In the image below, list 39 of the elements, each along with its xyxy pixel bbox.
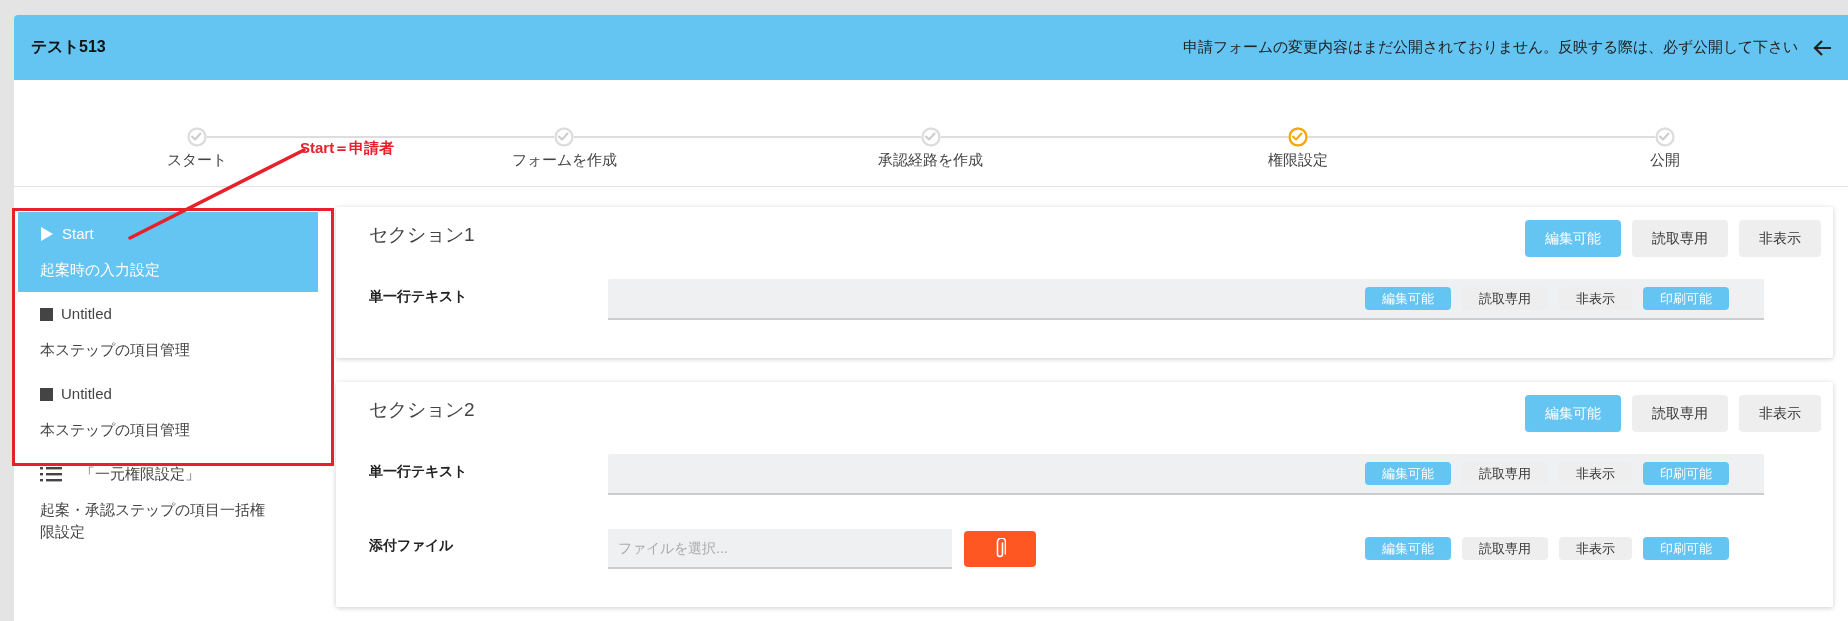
field-label: 添付ファイル (369, 537, 454, 555)
step-label[interactable]: 承認経路を作成 (878, 150, 984, 170)
paperclip-icon (994, 537, 1006, 560)
annotation-label: Start＝申請者 (300, 139, 395, 158)
step-title: Untitled (61, 304, 112, 324)
text-field[interactable]: 編集可能 読取専用 非表示 印刷可能 (608, 454, 1764, 495)
sidebar-item[interactable]: Untitled 本ステップの項目管理 (18, 292, 318, 372)
step-label[interactable]: 権限設定 (1267, 150, 1328, 170)
permission-button[interactable]: 読取専用 (1632, 395, 1728, 432)
section-title: セクション1 (369, 223, 475, 247)
attach-button[interactable] (964, 530, 1036, 567)
step-description: 起案・承認ステップの項目一括権限設定 (40, 500, 266, 542)
file-input-field[interactable]: ファイルを選択... (608, 528, 952, 569)
square-icon (40, 387, 53, 401)
square-icon (40, 307, 53, 321)
step-label[interactable]: 公開 (1649, 150, 1680, 170)
step-description: 起案時の入力設定 (40, 260, 161, 280)
step-description: 本ステップの項目管理 (40, 420, 191, 440)
play-icon (40, 226, 54, 242)
step-label[interactable]: スタート (167, 150, 228, 170)
field-label: 単一行テキスト (369, 463, 468, 481)
step-description: 本ステップの項目管理 (40, 340, 191, 360)
section-title: セクション2 (369, 398, 475, 422)
sidebar-item[interactable]: 「一元権限設定」 起案・承認ステップの項目一括権限設定 (18, 452, 318, 554)
permission-button[interactable]: 非表示 (1739, 395, 1821, 432)
sidebar-item[interactable]: Untitled 本ステップの項目管理 (18, 372, 318, 452)
step-title: Untitled (61, 384, 112, 404)
form-title: テスト513 (31, 37, 107, 57)
step-title: Start (62, 224, 94, 244)
permission-button[interactable]: 読取専用 (1462, 537, 1548, 560)
permission-button[interactable]: 非表示 (1559, 537, 1632, 560)
permission-button[interactable]: 非表示 (1739, 220, 1821, 257)
field-label: 単一行テキスト (369, 288, 468, 306)
unpublished-notice: 申請フォームの変更内容はまだ公開されておりません。反映する際は、必ず公開して下さい (1183, 38, 1798, 57)
list-icon (40, 466, 62, 482)
step-label[interactable]: フォームを作成 (511, 150, 617, 170)
permission-button[interactable]: 読取専用 (1632, 220, 1728, 257)
text-field[interactable]: 編集可能 読取専用 非表示 印刷可能 (608, 279, 1764, 320)
step-title: 「一元権限設定」 (80, 464, 200, 484)
